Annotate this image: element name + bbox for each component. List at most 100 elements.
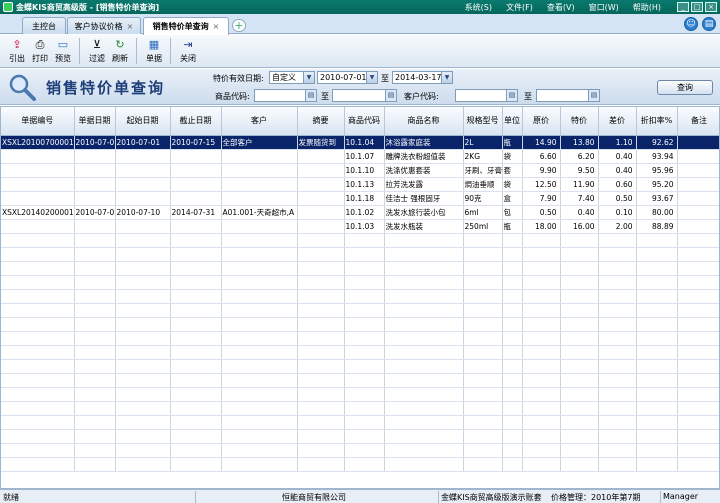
table-cell[interactable] — [74, 289, 116, 304]
table-cell[interactable] — [74, 359, 116, 374]
table-row[interactable] — [1, 387, 719, 402]
close-window-button[interactable]: × — [705, 2, 717, 12]
table-cell[interactable] — [677, 373, 719, 388]
table-cell[interactable] — [522, 401, 561, 416]
table-cell[interactable] — [522, 303, 561, 318]
column-header[interactable]: 客户 — [221, 107, 298, 136]
table-cell[interactable] — [74, 429, 116, 444]
table-cell[interactable] — [636, 401, 678, 416]
table-cell[interactable]: 2014-07-31 — [170, 205, 222, 220]
table-cell[interactable] — [297, 261, 345, 276]
table-cell[interactable] — [502, 401, 523, 416]
table-cell[interactable] — [463, 457, 503, 472]
query-button[interactable]: 查询 — [657, 80, 713, 95]
table-cell[interactable]: 包 — [502, 205, 523, 220]
table-cell[interactable] — [598, 331, 637, 346]
table-cell[interactable] — [560, 261, 599, 276]
table-row[interactable]: 10.1.18 佳洁士 强根固牙 90克盒 7.90 7.40 0.50 93.67 — [1, 191, 719, 206]
table-cell[interactable] — [74, 275, 116, 290]
table-cell[interactable] — [170, 261, 222, 276]
table-cell[interactable]: 0.40 — [598, 163, 637, 178]
table-cell[interactable] — [1, 177, 75, 192]
table-cell[interactable] — [170, 331, 222, 346]
table-cell[interactable] — [297, 359, 345, 374]
column-header[interactable]: 折扣率% — [636, 107, 678, 136]
table-cell[interactable] — [636, 275, 678, 290]
table-cell[interactable] — [598, 373, 637, 388]
table-cell[interactable] — [384, 345, 464, 360]
table-cell[interactable] — [598, 457, 637, 472]
table-cell[interactable] — [170, 303, 222, 318]
table-cell[interactable] — [1, 149, 75, 164]
table-cell[interactable] — [115, 359, 171, 374]
table-cell[interactable] — [297, 303, 345, 318]
table-cell[interactable] — [115, 177, 171, 192]
table-cell[interactable]: 10.1.02 — [344, 205, 385, 220]
table-cell[interactable] — [297, 429, 345, 444]
table-cell[interactable]: 92.62 — [636, 135, 678, 150]
print-button[interactable]: ⎙ 打印 — [29, 35, 51, 64]
table-cell[interactable] — [560, 429, 599, 444]
table-cell[interactable] — [384, 373, 464, 388]
table-cell[interactable] — [115, 275, 171, 290]
table-cell[interactable] — [502, 331, 523, 346]
table-cell[interactable] — [115, 317, 171, 332]
table-cell[interactable] — [522, 345, 561, 360]
menu-window[interactable]: 窗口(W) — [589, 2, 619, 13]
table-cell[interactable] — [598, 233, 637, 248]
table-cell[interactable] — [502, 415, 523, 430]
table-cell[interactable] — [522, 233, 561, 248]
table-cell[interactable] — [170, 457, 222, 472]
tab-customer-price[interactable]: 客户协议价格 × — [67, 17, 141, 34]
table-cell[interactable] — [170, 247, 222, 262]
table-cell[interactable] — [384, 429, 464, 444]
smiley-icon[interactable]: ☺ — [684, 17, 698, 31]
table-cell[interactable] — [463, 261, 503, 276]
table-cell[interactable] — [677, 303, 719, 318]
table-cell[interactable] — [220, 443, 298, 458]
table-cell[interactable] — [636, 359, 678, 374]
table-cell[interactable] — [384, 359, 464, 374]
table-cell[interactable] — [1, 317, 75, 332]
table-cell[interactable] — [170, 429, 222, 444]
table-cell[interactable] — [170, 359, 222, 374]
table-cell[interactable]: 2010-07-0 — [74, 205, 116, 220]
product-to-field[interactable]: ▤ — [332, 89, 397, 102]
table-cell[interactable] — [344, 289, 385, 304]
table-cell[interactable] — [636, 387, 678, 402]
table-cell[interactable] — [1, 331, 75, 346]
table-cell[interactable] — [74, 303, 116, 318]
table-cell[interactable] — [636, 373, 678, 388]
table-cell[interactable] — [74, 331, 116, 346]
table-cell[interactable] — [344, 261, 385, 276]
table-cell[interactable] — [74, 387, 116, 402]
table-cell[interactable] — [384, 233, 464, 248]
table-cell[interactable] — [1, 163, 75, 178]
table-cell[interactable] — [115, 163, 171, 178]
table-cell[interactable] — [677, 359, 719, 374]
table-cell[interactable]: 9.50 — [560, 163, 599, 178]
table-cell[interactable] — [463, 275, 503, 290]
table-cell[interactable] — [297, 387, 345, 402]
table-cell[interactable] — [74, 247, 116, 262]
table-cell[interactable] — [502, 443, 523, 458]
table-cell[interactable] — [1, 359, 75, 374]
table-cell[interactable] — [560, 233, 599, 248]
table-cell[interactable] — [502, 303, 523, 318]
table-cell[interactable] — [170, 163, 222, 178]
results-grid[interactable]: 单据编号 单据日期 起始日期 截止日期 客户 摘要 商品代码 商品名称 规格型号 单位 原价 特价 差价… — [0, 106, 720, 489]
chevron-down-icon[interactable]: ▼ — [441, 72, 452, 83]
column-header[interactable]: 规格型号 — [463, 107, 503, 136]
chevron-down-icon[interactable]: ▼ — [366, 72, 377, 83]
table-cell[interactable] — [677, 163, 719, 178]
close-button[interactable]: ⇥ 关闭 — [177, 35, 199, 64]
table-cell[interactable] — [522, 247, 561, 262]
table-row[interactable] — [1, 261, 719, 276]
table-row[interactable]: 10.1.03 洗发水瓶装 250ml 瓶 18.00 16.00 2.00 88.89 — [1, 219, 719, 234]
table-cell[interactable] — [598, 261, 637, 276]
table-cell[interactable] — [636, 345, 678, 360]
table-cell[interactable] — [220, 387, 298, 402]
table-cell[interactable]: 洗发水旅行装小包 — [384, 205, 464, 220]
table-cell[interactable] — [598, 275, 637, 290]
table-cell[interactable] — [677, 415, 719, 430]
